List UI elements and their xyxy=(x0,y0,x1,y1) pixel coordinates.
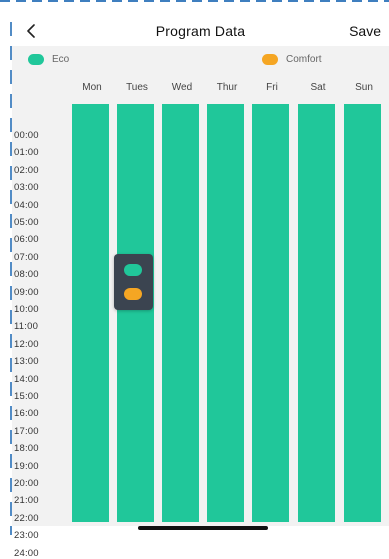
top-dashed-border xyxy=(0,0,389,2)
schedule-panel: Eco Comfort Mon Tues Wed Thur Fri Sat Su… xyxy=(12,46,389,559)
comfort-mode-option[interactable] xyxy=(124,288,142,300)
time-label-24: 24:00 xyxy=(14,547,39,559)
chevron-left-icon xyxy=(27,24,35,38)
legend-eco: Eco xyxy=(28,54,69,65)
time-label-16: 16:00 xyxy=(14,408,39,420)
legend-comfort-label: Comfort xyxy=(286,54,322,65)
time-label-22: 22:00 xyxy=(14,512,39,524)
time-label-18: 18:00 xyxy=(14,443,39,455)
time-label-02: 02:00 xyxy=(14,164,39,176)
time-label-14: 14:00 xyxy=(14,373,39,385)
schedule-column-thur[interactable] xyxy=(207,104,244,522)
day-label-sat: Sat xyxy=(310,82,326,93)
time-label-11: 11:00 xyxy=(14,321,39,333)
time-label-13: 13:00 xyxy=(14,356,39,368)
time-label-10: 10:00 xyxy=(14,304,39,315)
eco-dot-icon xyxy=(28,54,44,65)
schedule-column-sun[interactable] xyxy=(344,104,381,522)
time-label-06: 06:00 xyxy=(14,234,39,246)
day-label-sun: Sun xyxy=(355,82,373,93)
time-label-05: 05:00 xyxy=(14,217,39,228)
schedule-column-tues[interactable] xyxy=(117,104,154,522)
time-label-08: 08:00 xyxy=(14,269,39,281)
time-label-00: 00:00 xyxy=(14,130,39,141)
day-label-thur: Thur xyxy=(216,82,238,93)
time-label-17: 17:00 xyxy=(14,425,39,437)
day-label-wed: Wed xyxy=(171,82,193,93)
schedule-column-wed[interactable] xyxy=(162,104,199,522)
time-label-07: 07:00 xyxy=(14,251,39,263)
day-label-fri: Fri xyxy=(266,82,278,93)
time-label-09: 09:00 xyxy=(14,286,39,298)
page-title: Program Data xyxy=(155,23,246,39)
back-button[interactable] xyxy=(20,20,42,42)
day-label-mon: Mon xyxy=(82,82,102,93)
home-indicator[interactable] xyxy=(138,526,268,530)
time-label-20: 20:00 xyxy=(14,478,39,489)
schedule-column-fri[interactable] xyxy=(252,104,289,522)
header-bar: Program Data Save xyxy=(12,18,389,46)
time-label-19: 19:00 xyxy=(14,460,39,472)
time-label-01: 01:00 xyxy=(14,147,39,159)
schedule-column-mon[interactable] xyxy=(72,104,109,522)
mode-picker-popup xyxy=(114,254,153,310)
comfort-dot-icon xyxy=(262,54,278,65)
time-label-03: 03:00 xyxy=(14,182,39,194)
time-label-21: 21:00 xyxy=(14,495,39,507)
legend-eco-label: Eco xyxy=(52,54,70,65)
save-button[interactable]: Save xyxy=(349,23,381,39)
time-label-12: 12:00 xyxy=(14,338,39,350)
time-label-15: 15:00 xyxy=(14,391,39,402)
time-label-23: 23:00 xyxy=(14,530,39,542)
time-label-04: 04:00 xyxy=(14,199,39,211)
eco-mode-option[interactable] xyxy=(124,264,142,276)
day-label-tues: Tues xyxy=(126,82,148,93)
legend-comfort: Comfort xyxy=(262,54,322,65)
schedule-column-sat[interactable] xyxy=(298,104,335,522)
